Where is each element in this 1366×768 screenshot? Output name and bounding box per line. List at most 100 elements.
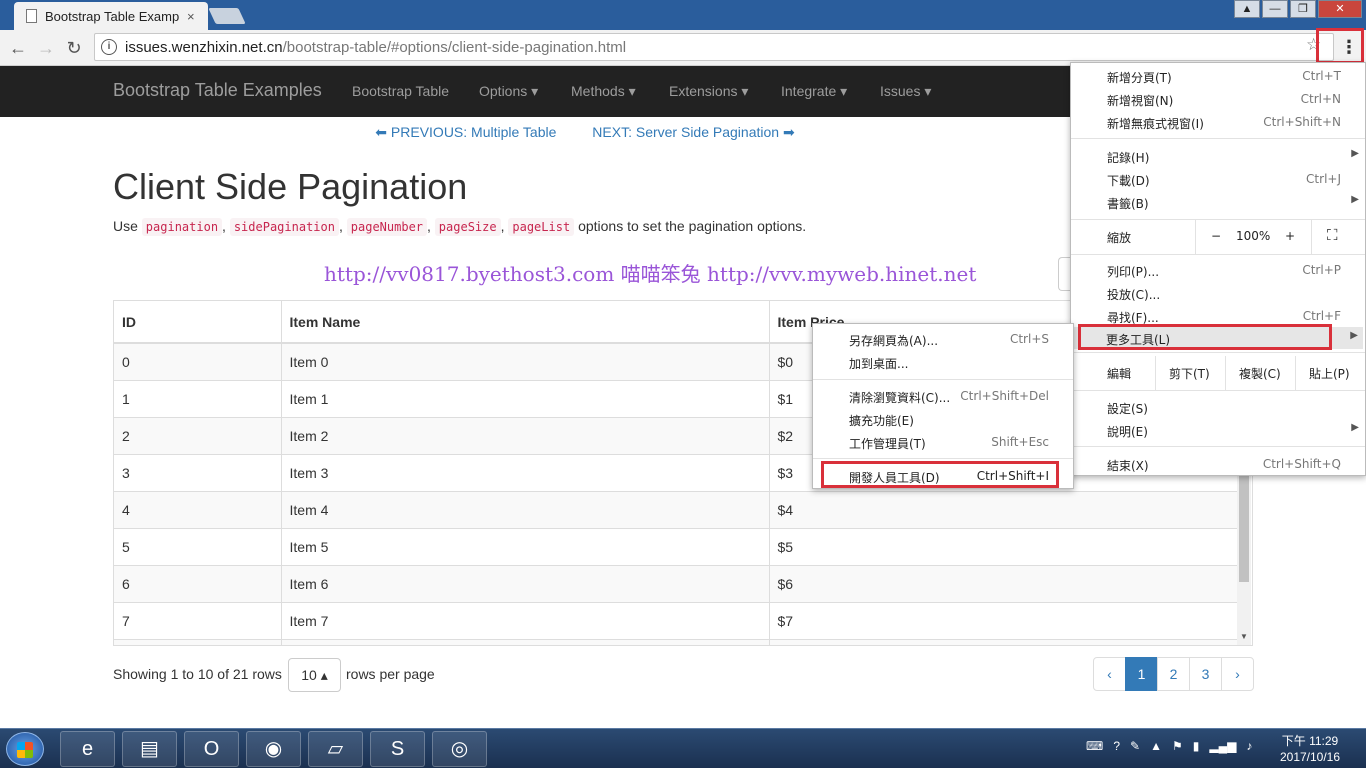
page-next-button[interactable]: ›: [1221, 657, 1254, 691]
menu-separator: [813, 379, 1073, 380]
help-icon[interactable]: ?: [1113, 739, 1120, 753]
code-pagination: pagination: [141, 218, 223, 236]
site-brand[interactable]: Bootstrap Table Examples: [113, 80, 322, 101]
submenu-save-page[interactable]: 另存網頁為(A)... Ctrl+S: [813, 328, 1073, 351]
tray-expand-icon[interactable]: ▲: [1150, 739, 1162, 753]
code-page-size: pageSize: [434, 218, 501, 236]
table-scrollbar-thumb[interactable]: [1239, 470, 1249, 582]
header-item-name[interactable]: Item Name: [281, 301, 770, 344]
cell-id: 4: [114, 490, 282, 528]
maximize-button[interactable]: ❐: [1290, 0, 1316, 18]
url-host: issues.wenzhixin.net.cn: [125, 38, 283, 56]
windows-logo-icon: [17, 742, 33, 758]
ie-taskbar-icon[interactable]: e: [60, 731, 115, 767]
more-tools-highlight: [1078, 324, 1332, 350]
page-1-button[interactable]: 1: [1125, 657, 1158, 691]
table-row: 6 Item 6 $6: [114, 564, 1239, 602]
submenu-task-manager[interactable]: 工作管理員(T) Shift+Esc: [813, 431, 1073, 454]
menu-separator: [1225, 356, 1226, 390]
submenu-extensions[interactable]: 擴充功能(E): [813, 408, 1073, 431]
volume-icon[interactable]: ♪: [1246, 739, 1252, 753]
header-id[interactable]: ID: [114, 301, 282, 344]
menu-incognito[interactable]: 新增無痕式視窗(I) Ctrl+Shift+N: [1071, 111, 1365, 134]
cell-id: 7: [114, 601, 282, 639]
page-2-button[interactable]: 2: [1157, 657, 1190, 691]
menu-cast[interactable]: 投放(C)...: [1071, 282, 1365, 305]
menu-new-tab[interactable]: 新增分頁(T) Ctrl+T: [1071, 65, 1365, 88]
page-3-button[interactable]: 3: [1189, 657, 1222, 691]
tab-close-icon[interactable]: ×: [187, 9, 195, 24]
flag-icon[interactable]: ⚑: [1172, 739, 1183, 753]
pen-icon[interactable]: ✎: [1130, 739, 1140, 753]
reload-icon[interactable]: ↻: [62, 36, 86, 60]
browser-tab[interactable]: Bootstrap Table Examp ×: [14, 2, 208, 30]
chrome-taskbar-icon[interactable]: ◉: [246, 731, 301, 767]
windows-taskbar: e ▤ O ◉ ▱ S ◎ ⌨ ? ✎ ▲ ⚑ ▮ ▂▄▆ ♪ 下午 11:29…: [0, 728, 1366, 768]
back-icon[interactable]: ←: [6, 36, 30, 60]
start-button[interactable]: [6, 732, 44, 766]
scroll-down-arrow-icon[interactable]: ▼: [1237, 632, 1251, 644]
info-icon[interactable]: i: [101, 39, 117, 55]
menu-separator: [1311, 220, 1312, 254]
zoom-out-button[interactable]: −: [1211, 229, 1221, 243]
menu-help[interactable]: 說明(E) ▶: [1071, 419, 1365, 442]
menu-history[interactable]: 記錄(H) ▶: [1071, 145, 1365, 168]
menu-downloads[interactable]: 下載(D) Ctrl+J: [1071, 168, 1365, 191]
menu-separator: [1071, 352, 1365, 353]
zoom-in-button[interactable]: +: [1285, 229, 1295, 243]
nav-issues[interactable]: Issues ▾: [880, 83, 931, 100]
submenu-arrow-icon: ▶: [1351, 148, 1359, 159]
table-row: 7 Item 7 $7: [114, 601, 1239, 639]
explorer-taskbar-icon[interactable]: ▤: [122, 731, 177, 767]
network-icon[interactable]: ▂▄▆: [1209, 739, 1236, 753]
nav-options[interactable]: Options ▾: [479, 83, 538, 100]
menu-exit[interactable]: 結束(X) Ctrl+Shift+Q: [1071, 453, 1365, 476]
menu-new-window[interactable]: 新增視窗(N) Ctrl+N: [1071, 88, 1365, 111]
menu-settings[interactable]: 設定(S): [1071, 396, 1365, 419]
previous-link[interactable]: ⬅ PREVIOUS: Multiple Table: [375, 124, 556, 140]
table-row: [114, 638, 1239, 645]
code-side-pagination: sidePagination: [229, 218, 339, 236]
menu-separator: [813, 458, 1073, 459]
fullscreen-icon[interactable]: ⛶: [1327, 226, 1338, 244]
keyboard-icon[interactable]: ⌨: [1086, 739, 1103, 753]
taskbar-clock[interactable]: 下午 11:29 2017/10/16: [1270, 733, 1350, 765]
outlook-taskbar-icon[interactable]: O: [184, 731, 239, 767]
cell-price: $5: [769, 527, 1239, 565]
copy-button[interactable]: 複製(C): [1239, 365, 1281, 382]
forward-icon[interactable]: →: [34, 36, 58, 60]
code-page-number: pageNumber: [346, 218, 428, 236]
menu-button-highlight: [1316, 28, 1364, 64]
submenu-arrow-icon: ▶: [1351, 422, 1359, 433]
notes-taskbar-icon[interactable]: ▱: [308, 731, 363, 767]
prev-next-links: ⬅ PREVIOUS: Multiple Table NEXT: Server …: [0, 124, 1170, 141]
next-link[interactable]: NEXT: Server Side Pagination ➡: [592, 124, 794, 140]
menu-separator: [1071, 138, 1365, 139]
table-row: 5 Item 5 $5: [114, 527, 1239, 565]
menu-separator: [1295, 356, 1296, 390]
cell-id: 2: [114, 416, 282, 454]
nav-methods[interactable]: Methods ▾: [571, 83, 636, 100]
nav-bootstrap-table[interactable]: Bootstrap Table: [352, 83, 449, 99]
profile-button[interactable]: ▲: [1234, 0, 1260, 18]
skype-taskbar-icon[interactable]: S: [370, 731, 425, 767]
url-path: /bootstrap-table/#options/client-side-pa…: [282, 38, 627, 56]
page-size-dropdown[interactable]: 10 ▴: [288, 658, 341, 692]
document-icon: [26, 9, 37, 23]
minimize-button[interactable]: —: [1262, 0, 1288, 18]
menu-bookmarks[interactable]: 書籤(B) ▶: [1071, 191, 1365, 214]
device-icon[interactable]: ▮: [1193, 739, 1200, 753]
nav-integrate[interactable]: Integrate ▾: [781, 83, 847, 100]
submenu-clear-data[interactable]: 清除瀏覽資料(C)... Ctrl+Shift+Del: [813, 385, 1073, 408]
cut-button[interactable]: 剪下(T): [1169, 365, 1210, 382]
edit-label: 編輯: [1107, 367, 1132, 381]
menu-print[interactable]: 列印(P)... Ctrl+P: [1071, 259, 1365, 282]
new-tab-button[interactable]: [208, 8, 246, 24]
address-bar[interactable]: i issues.wenzhixin.net.cn/bootstrap-tabl…: [94, 33, 1334, 61]
submenu-add-desktop[interactable]: 加到桌面...: [813, 351, 1073, 374]
paste-button[interactable]: 貼上(P): [1309, 365, 1350, 382]
nav-extensions[interactable]: Extensions ▾: [669, 83, 748, 100]
camera-taskbar-icon[interactable]: ◎: [432, 731, 487, 767]
page-prev-button[interactable]: ‹: [1093, 657, 1126, 691]
close-window-button[interactable]: ✕: [1318, 0, 1362, 18]
